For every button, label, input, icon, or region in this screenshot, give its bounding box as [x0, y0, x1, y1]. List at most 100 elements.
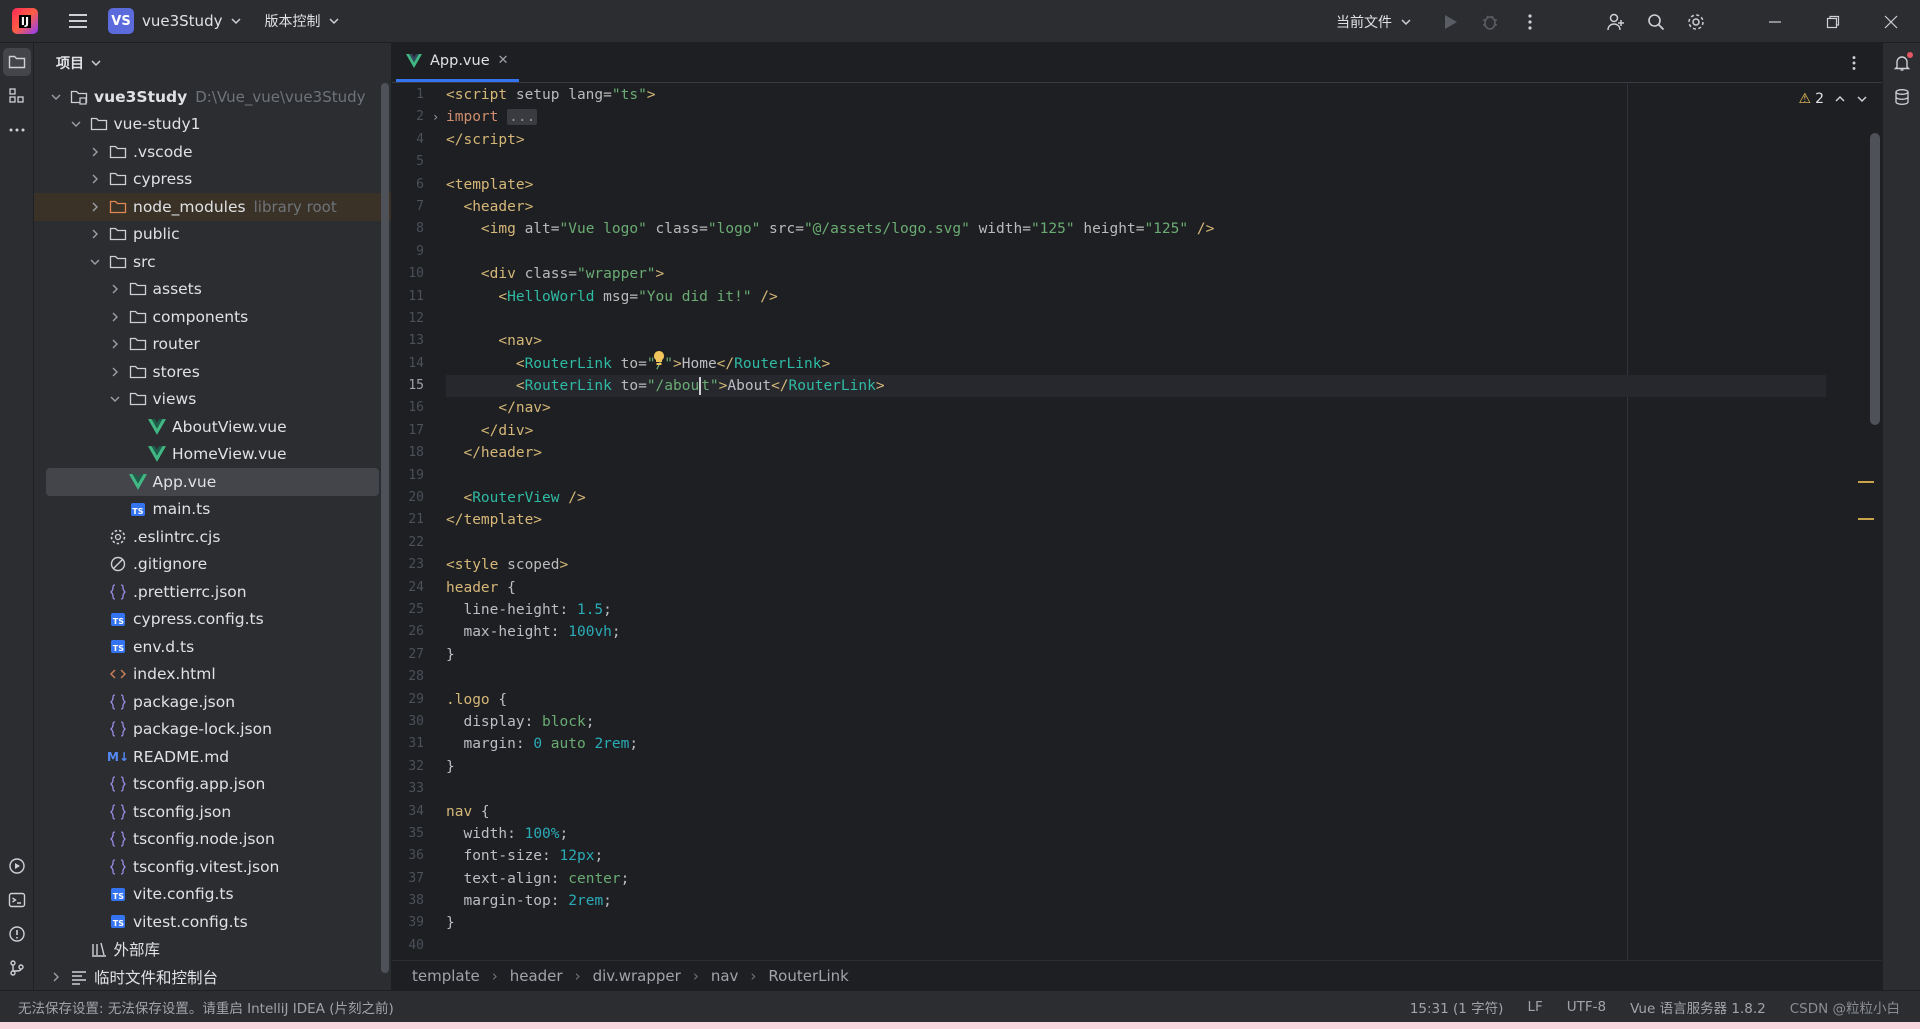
- tree-item[interactable]: M↓ README.md: [34, 743, 391, 771]
- chevron-down-icon[interactable]: [107, 391, 123, 407]
- inspection-widget[interactable]: ⚠ 2: [1799, 91, 1868, 107]
- project-switcher[interactable]: VS vue3Study: [108, 8, 242, 34]
- tree-item[interactable]: .eslintrc.cjs: [34, 523, 391, 551]
- line-number[interactable]: 23: [392, 554, 452, 576]
- tree-item[interactable]: node_modules library root: [34, 193, 391, 221]
- line-number[interactable]: 20: [392, 487, 452, 509]
- line-number[interactable]: 27: [392, 644, 452, 666]
- line-number[interactable]: 18: [392, 442, 452, 464]
- tree-item[interactable]: package-lock.json: [34, 716, 391, 744]
- tree-item[interactable]: AboutView.vue: [34, 413, 391, 441]
- line-number[interactable]: 38: [392, 890, 452, 912]
- chevron-right-icon[interactable]: [107, 364, 123, 380]
- scrollbar-thumb[interactable]: [381, 83, 389, 973]
- tree-item[interactable]: 外部库: [34, 936, 391, 964]
- more-actions-button[interactable]: [1510, 2, 1550, 42]
- tab-options-button[interactable]: [1842, 51, 1866, 75]
- line-number[interactable]: 15: [392, 375, 452, 397]
- line-number[interactable]: 30: [392, 711, 452, 733]
- chevron-down-icon[interactable]: [1856, 93, 1868, 105]
- line-number[interactable]: 35: [392, 823, 452, 845]
- tree-item[interactable]: tsconfig.json: [34, 798, 391, 826]
- line-number[interactable]: 36: [392, 845, 452, 867]
- chevron-down-icon[interactable]: [87, 254, 103, 270]
- line-number[interactable]: 33: [392, 778, 452, 800]
- tree-item[interactable]: TS main.ts: [34, 496, 391, 524]
- project-panel-header[interactable]: 项目: [34, 43, 391, 83]
- line-number[interactable]: 37: [392, 868, 452, 890]
- code-with-me-button[interactable]: [1596, 2, 1636, 42]
- line-number[interactable]: 8: [392, 218, 452, 240]
- line-number[interactable]: 7: [392, 196, 452, 218]
- line-number[interactable]: 32: [392, 756, 452, 778]
- tree-item[interactable]: cypress: [34, 166, 391, 194]
- line-number[interactable]: 13: [392, 330, 452, 352]
- fold-arrow-icon[interactable]: ›: [432, 106, 439, 128]
- project-scrollbar[interactable]: [381, 83, 389, 983]
- line-number[interactable]: 21: [392, 509, 452, 531]
- line-number[interactable]: 40: [392, 935, 452, 957]
- tree-item[interactable]: TS env.d.ts: [34, 633, 391, 661]
- breadcrumb-item[interactable]: nav: [711, 967, 739, 985]
- line-number[interactable]: 19: [392, 465, 452, 487]
- line-number[interactable]: 2: [392, 106, 452, 128]
- restore-button[interactable]: [1804, 0, 1862, 43]
- line-number[interactable]: 24: [392, 577, 452, 599]
- tree-item[interactable]: TS cypress.config.ts: [34, 606, 391, 634]
- tree-item[interactable]: src: [34, 248, 391, 276]
- project-tool-button[interactable]: [3, 48, 31, 76]
- search-everywhere-button[interactable]: [1636, 2, 1676, 42]
- tree-item[interactable]: assets: [34, 276, 391, 304]
- tree-item[interactable]: TS vitest.config.ts: [34, 908, 391, 936]
- line-number[interactable]: 16: [392, 397, 452, 419]
- line-number[interactable]: 11: [392, 286, 452, 308]
- scrollbar-thumb[interactable]: [1870, 133, 1880, 425]
- breadcrumb-item[interactable]: template: [412, 967, 480, 985]
- chevron-right-icon[interactable]: [48, 969, 64, 985]
- tree-item[interactable]: App.vue: [46, 468, 379, 496]
- warning-stripe-marker[interactable]: [1858, 518, 1874, 520]
- code-editor[interactable]: <script setup lang="ts"> › import ... </s…: [432, 84, 1826, 957]
- tab-app-vue[interactable]: App.vue ✕: [396, 42, 519, 82]
- tree-item[interactable]: vue3Study D:\Vue_vue\vue3Study: [34, 83, 391, 111]
- lightbulb-icon[interactable]: [652, 350, 666, 366]
- line-number[interactable]: 34: [392, 801, 452, 823]
- git-tool-button[interactable]: [3, 954, 31, 982]
- line-number[interactable]: 39: [392, 912, 452, 934]
- chevron-right-icon[interactable]: [107, 309, 123, 325]
- services-tool-button[interactable]: [3, 852, 31, 880]
- terminal-tool-button[interactable]: [3, 886, 31, 914]
- main-menu-button[interactable]: [58, 1, 98, 41]
- line-number[interactable]: 5: [392, 151, 452, 173]
- line-number[interactable]: 26: [392, 621, 452, 643]
- tree-item[interactable]: tsconfig.app.json: [34, 771, 391, 799]
- tree-item[interactable]: .vscode: [34, 138, 391, 166]
- close-tab-icon[interactable]: ✕: [498, 53, 509, 68]
- tree-item[interactable]: tsconfig.node.json: [34, 826, 391, 854]
- line-number[interactable]: 25: [392, 599, 452, 621]
- language-server-status[interactable]: Vue 语言服务器 1.8.2: [1630, 997, 1766, 1017]
- line-number[interactable]: 10: [392, 263, 452, 285]
- problems-tool-button[interactable]: [3, 920, 31, 948]
- line-separator[interactable]: LF: [1527, 999, 1542, 1015]
- more-tools-button[interactable]: [3, 116, 31, 144]
- run-config-selector[interactable]: 当前文件: [1336, 12, 1412, 32]
- caret-position[interactable]: 15:31 (1 字符): [1410, 997, 1504, 1017]
- chevron-right-icon[interactable]: [87, 171, 103, 187]
- tree-item[interactable]: tsconfig.vitest.json: [34, 853, 391, 881]
- tree-item[interactable]: public: [34, 221, 391, 249]
- line-number[interactable]: 31: [392, 733, 452, 755]
- notifications-tool-button[interactable]: [1888, 49, 1916, 77]
- status-message[interactable]: 无法保存设置: 无法保存设置。请重启 IntelliJ IDEA (片刻之前): [0, 997, 394, 1017]
- line-number[interactable]: 28: [392, 666, 452, 688]
- line-number[interactable]: 9: [392, 241, 452, 263]
- chevron-right-icon[interactable]: [107, 336, 123, 352]
- tree-item[interactable]: components: [34, 303, 391, 331]
- intellij-logo-icon[interactable]: IJ: [12, 8, 38, 34]
- editor-scrollbar[interactable]: [1870, 133, 1880, 983]
- tree-item[interactable]: index.html: [34, 661, 391, 689]
- minimize-button[interactable]: [1746, 0, 1804, 43]
- breadcrumb-item[interactable]: div.wrapper: [593, 967, 681, 985]
- tree-item[interactable]: package.json: [34, 688, 391, 716]
- tree-item[interactable]: views: [34, 386, 391, 414]
